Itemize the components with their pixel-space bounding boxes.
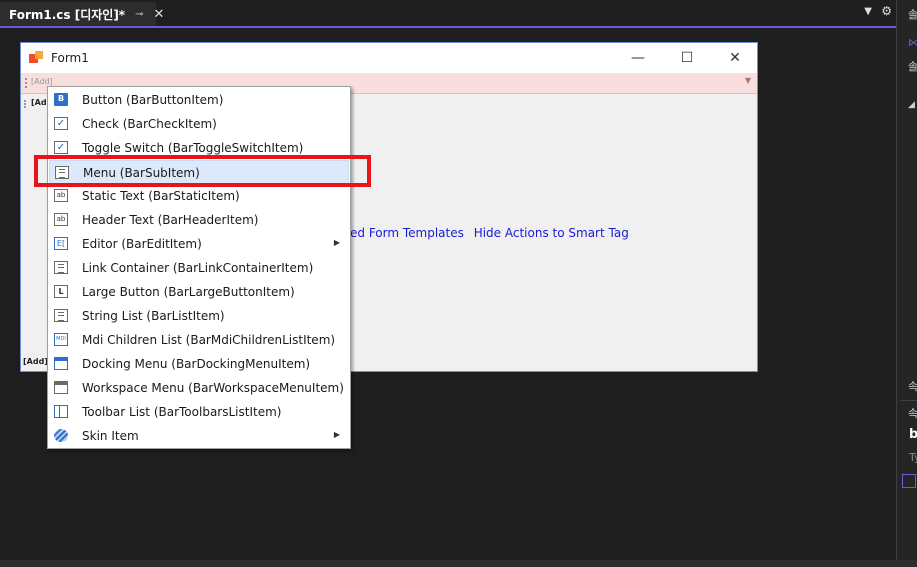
panel-divider <box>900 400 917 401</box>
mdi-list-icon: MDI <box>54 333 68 346</box>
menu-item-label: Large Button (BarLargeButtonItem) <box>82 285 295 299</box>
workspace-menu-icon <box>54 381 68 394</box>
menu-item-toggle-switch[interactable]: ✓ Toggle Switch (BarToggleSwitchItem) <box>49 136 349 160</box>
menu-item-check[interactable]: ✓ Check (BarCheckItem) <box>49 112 349 136</box>
categorized-icon[interactable] <box>902 474 916 488</box>
designer-links: ed Form Templates Hide Actions to Smart … <box>350 226 635 240</box>
link-container-icon <box>54 261 68 274</box>
chevron-down-icon[interactable]: ▼ <box>864 6 872 17</box>
menu-icon <box>55 166 69 179</box>
header-text-icon: ab <box>54 213 68 226</box>
add-bar-item-button[interactable]: [Add] <box>31 77 53 86</box>
form-title: Form1 <box>51 51 89 65</box>
document-tab-strip: Form1.cs [디자인]* ⊸ ✕ ▼ ⚙ <box>0 0 896 28</box>
menu-item-label: Docking Menu (BarDockingMenuItem) <box>82 357 311 371</box>
add-status-item-button[interactable]: [Add] <box>23 357 48 366</box>
menu-item-label: Check (BarCheckItem) <box>82 117 217 131</box>
panel-label: 솔 <box>908 60 917 73</box>
gear-icon[interactable]: ⚙ <box>881 4 892 18</box>
add-item-context-menu: B Button (BarButtonItem) ✓ Check (BarChe… <box>47 86 351 449</box>
minimize-icon[interactable]: — <box>627 48 649 68</box>
panel-label: b <box>909 427 917 442</box>
submenu-arrow-icon: ▶ <box>333 430 340 439</box>
menu-item-toolbar-list[interactable]: Toolbar List (BarToolbarsListItem) <box>49 400 349 424</box>
document-tab-form1[interactable]: Form1.cs [디자인]* ⊸ ✕ <box>0 2 164 26</box>
check-icon: ✓ <box>54 117 68 130</box>
menu-item-mdi-children-list[interactable]: MDI Mdi Children List (BarMdiChildrenLis… <box>49 328 349 352</box>
static-text-icon: ab <box>54 189 68 202</box>
menu-item-label: Toolbar List (BarToolbarsListItem) <box>82 405 282 419</box>
bar-grip-handle[interactable] <box>24 100 28 108</box>
menu-item-label: Button (BarButtonItem) <box>82 93 224 107</box>
panel-pin-icon[interactable]: ⋈ <box>908 36 917 49</box>
large-button-icon: L <box>54 285 68 298</box>
menu-item-static-text[interactable]: ab Static Text (BarStaticItem) <box>49 184 349 208</box>
menu-item-label: String List (BarListItem) <box>82 309 225 323</box>
docking-menu-icon <box>54 357 68 370</box>
menu-item-label: Skin Item <box>82 429 139 443</box>
menu-item-string-list[interactable]: String List (BarListItem) <box>49 304 349 328</box>
form-titlebar: Form1 — ☐ ✕ <box>21 43 757 73</box>
menu-item-skin-item[interactable]: Skin Item ▶ <box>49 424 349 448</box>
menu-item-editor[interactable]: E[ Editor (BarEditItem) ▶ <box>49 232 349 256</box>
right-side-panel: 솔 ⋈ 솔 ◢ 속 속 b Ty <box>896 0 917 567</box>
button-icon: B <box>54 93 68 106</box>
panel-triangle-icon[interactable]: ◢ <box>908 100 915 110</box>
menu-item-label: Mdi Children List (BarMdiChildrenListIte… <box>82 333 336 347</box>
panel-label: 속 <box>908 407 917 420</box>
string-list-icon <box>54 309 68 322</box>
panel-label: 속 <box>908 380 917 393</box>
form-app-icon <box>29 51 45 65</box>
toolbar-list-icon <box>54 405 68 418</box>
menu-item-label: Toggle Switch (BarToggleSwitchItem) <box>82 141 304 155</box>
menu-item-label: Link Container (BarLinkContainerItem) <box>82 261 314 275</box>
bottom-scroll-bar <box>0 560 917 567</box>
editor-icon: E[ <box>54 237 68 250</box>
close-icon[interactable]: ✕ <box>153 7 164 22</box>
menu-item-label: Header Text (BarHeaderItem) <box>82 213 259 227</box>
skin-icon <box>54 429 68 442</box>
maximize-icon[interactable]: ☐ <box>676 48 698 68</box>
menu-item-large-button[interactable]: L Large Button (BarLargeButtonItem) <box>49 280 349 304</box>
menu-item-label: Editor (BarEditItem) <box>82 237 202 251</box>
pin-icon[interactable]: ⊸ <box>135 9 143 20</box>
document-tab-title: Form1.cs [디자인]* <box>9 7 126 22</box>
submenu-arrow-icon: ▶ <box>333 238 340 247</box>
hide-actions-link[interactable]: Hide Actions to Smart Tag <box>474 226 629 240</box>
menu-item-header-text[interactable]: ab Header Text (BarHeaderItem) <box>49 208 349 232</box>
menu-item-label: Workspace Menu (BarWorkspaceMenuItem) <box>82 381 344 395</box>
toggle-check-icon: ✓ <box>54 141 68 154</box>
menu-item-workspace-menu[interactable]: Workspace Menu (BarWorkspaceMenuItem) <box>49 376 349 400</box>
menu-item-label: Static Text (BarStaticItem) <box>82 189 240 203</box>
bar-grip-handle[interactable] <box>25 78 29 88</box>
menu-item-docking-menu[interactable]: Docking Menu (BarDockingMenuItem) <box>49 352 349 376</box>
menu-item-menu[interactable]: Menu (BarSubItem) <box>49 160 349 184</box>
menu-item-label: Menu (BarSubItem) <box>83 166 200 180</box>
menu-item-link-container[interactable]: Link Container (BarLinkContainerItem) <box>49 256 349 280</box>
menu-item-button[interactable]: B Button (BarButtonItem) <box>49 88 349 112</box>
panel-search-input[interactable]: Ty <box>909 451 917 464</box>
panel-label: 솔 <box>908 8 917 21</box>
close-icon[interactable]: ✕ <box>724 48 746 68</box>
form-templates-link[interactable]: ed Form Templates <box>350 226 464 240</box>
bar-customize-arrow-icon[interactable]: ▼ <box>745 76 751 85</box>
